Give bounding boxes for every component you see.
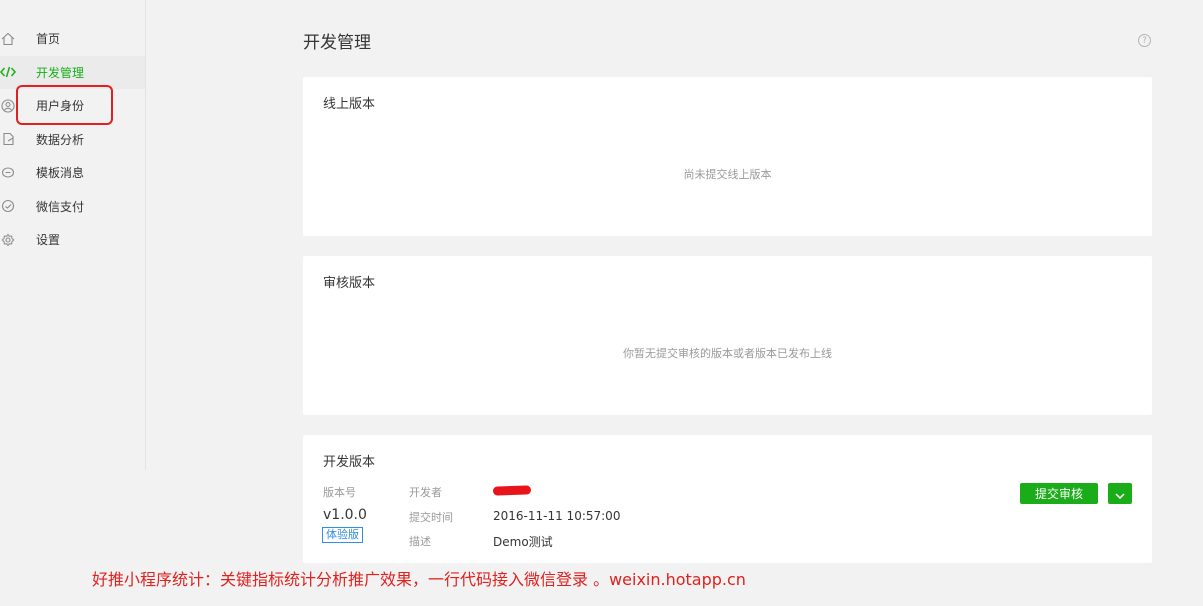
sidebar-item-label: 模板消息 — [36, 166, 85, 181]
user-icon — [0, 98, 16, 114]
sidebar-item-settings[interactable]: 设置 — [0, 223, 145, 257]
submit-time-label: 提交时间 — [409, 511, 453, 524]
sidebar-item-label: 微信支付 — [36, 199, 85, 214]
submit-time-value: 2016-11-11 10:57:00 — [493, 509, 621, 523]
sidebar-item-data-analysis[interactable]: 数据分析 — [0, 123, 145, 157]
submit-review-button[interactable]: 提交审核 — [1020, 483, 1098, 504]
sidebar-item-label: 设置 — [36, 233, 61, 248]
code-icon — [0, 64, 16, 80]
review-version-card: 审核版本 你暂无提交审核的版本或者版本已发布上线 — [303, 256, 1152, 415]
sidebar-item-label: 开发管理 — [36, 65, 85, 80]
dev-version-card: 开发版本 版本号 v1.0.0 体验版 开发者 提交时间 2016-11-11 … — [303, 435, 1152, 563]
annotation-highlight-box — [16, 85, 113, 125]
card-title: 审核版本 — [323, 276, 376, 291]
page-title: 开发管理 — [303, 33, 371, 53]
sidebar-item-wechat-pay[interactable]: 微信支付 — [0, 190, 145, 224]
home-icon — [0, 31, 16, 47]
empty-state-text: 你暂无提交审核的版本或者版本已发布上线 — [623, 347, 832, 360]
card-title: 线上版本 — [323, 97, 376, 112]
version-label: 版本号 — [323, 486, 356, 499]
more-options-dropdown[interactable] — [1108, 483, 1132, 504]
payment-icon — [0, 198, 16, 214]
message-icon — [0, 165, 16, 181]
developer-label: 开发者 — [409, 486, 442, 499]
version-value: v1.0.0 — [323, 507, 367, 523]
empty-state-text: 尚未提交线上版本 — [683, 168, 772, 181]
chevron-down-icon — [1115, 484, 1125, 503]
chart-icon — [0, 131, 16, 147]
sidebar-item-home[interactable]: 首页 — [0, 22, 145, 56]
sidebar-item-label: 数据分析 — [36, 132, 85, 147]
sidebar-item-label: 首页 — [36, 32, 61, 47]
gear-icon — [0, 232, 16, 248]
app-root: 首页 开发管理 用户身份 数据分析 模板消息 微信支付 设置 开发管理 ? 线上… — [0, 0, 1203, 606]
sidebar: 首页 开发管理 用户身份 数据分析 模板消息 微信支付 设置 — [0, 0, 146, 470]
trial-version-badge[interactable]: 体验版 — [322, 527, 363, 543]
help-icon[interactable]: ? — [1138, 34, 1151, 47]
description-label: 描述 — [409, 535, 431, 548]
description-value: Demo测试 — [493, 535, 553, 549]
sidebar-item-template-message[interactable]: 模板消息 — [0, 156, 145, 190]
online-version-card: 线上版本 尚未提交线上版本 — [303, 77, 1152, 236]
card-title: 开发版本 — [323, 455, 376, 470]
watermark-text: 好推小程序统计：关键指标统计分析推广效果，一行代码接入微信登录 。weixin.… — [92, 570, 746, 589]
sidebar-item-dev-management[interactable]: 开发管理 — [0, 55, 145, 89]
redacted-developer-name — [492, 485, 532, 496]
